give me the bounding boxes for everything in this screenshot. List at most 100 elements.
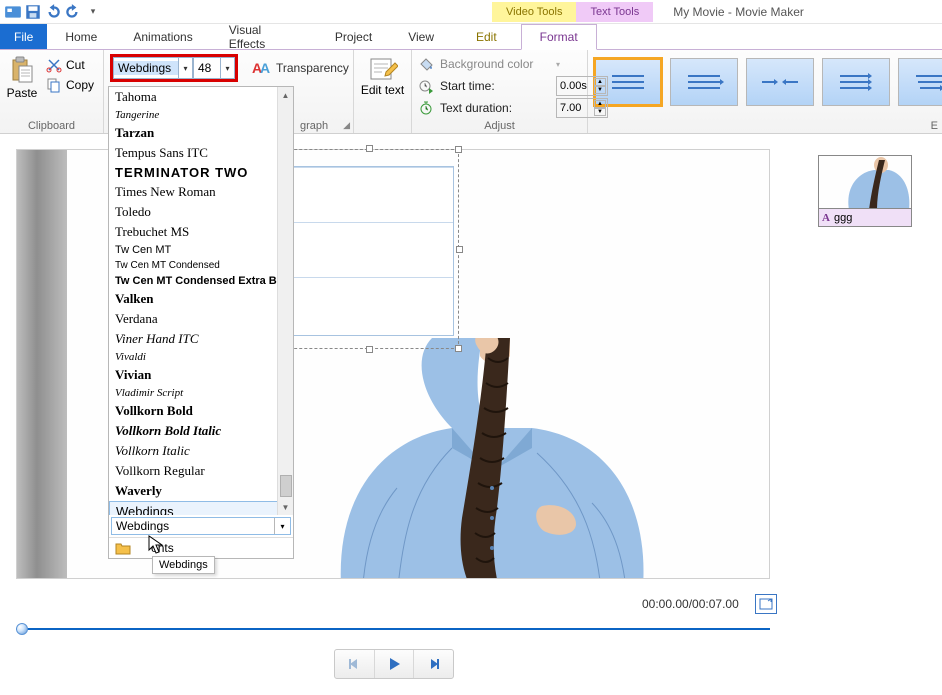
- video-tools-tab-header: Video Tools: [492, 2, 576, 22]
- stepper-up-icon[interactable]: ▲: [594, 100, 606, 108]
- svg-text:A: A: [260, 60, 270, 76]
- view-tab[interactable]: View: [390, 24, 452, 49]
- text-edit-box[interactable]: [279, 149, 459, 349]
- font-option[interactable]: Tahoma: [109, 87, 293, 107]
- prev-frame-icon: [346, 656, 362, 672]
- scrubber-knob[interactable]: [16, 623, 28, 635]
- project-tab[interactable]: Project: [317, 24, 390, 49]
- background-color-button[interactable]: Background color ▾: [418, 54, 608, 74]
- font-name-combo[interactable]: ▾: [113, 57, 193, 79]
- text-format-tab[interactable]: Format: [521, 24, 597, 50]
- qat-customize-icon[interactable]: ▾: [84, 3, 102, 21]
- play-button[interactable]: [375, 650, 415, 678]
- copy-icon: [46, 77, 62, 93]
- transparency-button[interactable]: AA Transparency: [248, 57, 353, 79]
- visual-effects-tab[interactable]: Visual Effects: [211, 24, 317, 49]
- font-list-scrollbar[interactable]: ▲ ▼: [277, 87, 293, 515]
- resize-handle-br[interactable]: [455, 345, 462, 352]
- effect-item-2[interactable]: [670, 58, 738, 106]
- font-option[interactable]: Vollkorn Bold Italic: [109, 421, 293, 441]
- scroll-thumb[interactable]: [280, 475, 292, 497]
- font-dropdown-list: TahomaTangerineTarzanTempus Sans ITCTERM…: [108, 86, 294, 559]
- font-option[interactable]: Vivian: [109, 365, 293, 385]
- resize-handle-b[interactable]: [366, 346, 373, 353]
- thumbnail-image: [819, 156, 912, 209]
- font-option[interactable]: Waverly: [109, 481, 293, 501]
- start-time-value: 0.00s: [560, 80, 587, 92]
- font-name-input[interactable]: [114, 61, 178, 75]
- scroll-up-arrow-icon[interactable]: ▲: [278, 87, 293, 103]
- font-option[interactable]: Tempus Sans ITC: [109, 143, 293, 163]
- font-option[interactable]: Tw Cen MT Condensed Extra Bold: [109, 273, 293, 289]
- next-frame-button[interactable]: [414, 650, 453, 678]
- font-option[interactable]: TERMINATOR TWO: [109, 163, 293, 182]
- font-option[interactable]: Vollkorn Italic: [109, 441, 293, 461]
- font-option[interactable]: Viner Hand ITC: [109, 329, 293, 349]
- font-option[interactable]: Tw Cen MT: [109, 242, 293, 258]
- font-option[interactable]: Trebuchet MS: [109, 222, 293, 242]
- font-option[interactable]: Toledo: [109, 202, 293, 222]
- effect-item-4[interactable]: [822, 58, 890, 106]
- resize-handle-tr[interactable]: [455, 146, 462, 153]
- prev-frame-button[interactable]: [335, 650, 375, 678]
- font-option[interactable]: Vladimir Script: [109, 385, 293, 401]
- transparency-label: Transparency: [276, 61, 349, 75]
- effect-triple-arrow-icon: [836, 73, 876, 91]
- font-option[interactable]: Vivaldi: [109, 349, 293, 365]
- undo-icon[interactable]: [44, 3, 62, 21]
- font-option[interactable]: Tarzan: [109, 123, 293, 143]
- redo-icon[interactable]: [64, 3, 82, 21]
- scroll-down-arrow-icon[interactable]: ▼: [278, 499, 293, 515]
- text-tools-tab-header: Text Tools: [576, 2, 653, 22]
- curtain-decor: [17, 150, 67, 578]
- paragraph-group-label-partial: graph: [300, 120, 328, 132]
- stepper-down-icon[interactable]: ▼: [594, 86, 606, 94]
- effect-arrows-in-icon: [760, 73, 800, 91]
- stepper-up-icon[interactable]: ▲: [594, 78, 606, 86]
- home-tab[interactable]: Home: [47, 24, 115, 49]
- caption-text: ggg: [834, 212, 852, 224]
- effect-item-3[interactable]: [746, 58, 814, 106]
- start-time-input[interactable]: 0.00s ▲▼: [556, 76, 608, 96]
- font-size-dropdown-icon[interactable]: ▾: [220, 58, 234, 78]
- fullscreen-button[interactable]: [755, 594, 777, 614]
- font-controls-highlight: ▾ ▾: [110, 54, 238, 82]
- file-tab[interactable]: File: [0, 24, 47, 49]
- storyboard-caption[interactable]: A ggg: [818, 209, 912, 227]
- font-name-dropdown-icon[interactable]: ▾: [178, 58, 192, 78]
- resize-handle-r[interactable]: [456, 246, 463, 253]
- paste-button[interactable]: Paste: [6, 54, 38, 100]
- animations-tab[interactable]: Animations: [115, 24, 210, 49]
- stepper-down-icon[interactable]: ▼: [594, 108, 606, 116]
- person-image: [302, 338, 672, 579]
- font-selected-value: Webdings: [116, 519, 169, 533]
- chevron-down-icon[interactable]: ▾: [274, 518, 290, 534]
- text-duration-input[interactable]: 7.00 ▲▼: [556, 98, 608, 118]
- font-option[interactable]: Webdings: [109, 501, 293, 515]
- font-option[interactable]: Times New Roman: [109, 182, 293, 202]
- font-option[interactable]: Vollkorn Regular: [109, 461, 293, 481]
- font-option[interactable]: Tangerine: [109, 107, 293, 123]
- font-option[interactable]: Verdana: [109, 309, 293, 329]
- start-time-label: Start time:: [440, 79, 550, 93]
- font-dialog-launcher-icon[interactable]: ◢: [343, 120, 350, 131]
- text-content-area[interactable]: [284, 166, 454, 336]
- cut-button[interactable]: Cut: [42, 56, 98, 74]
- timeline-scrubber[interactable]: [16, 622, 770, 636]
- copy-button[interactable]: Copy: [42, 76, 98, 94]
- font-option[interactable]: Vollkorn Bold: [109, 401, 293, 421]
- font-option[interactable]: Valken: [109, 289, 293, 309]
- storyboard-thumbnail[interactable]: [818, 155, 912, 209]
- effects-gallery: [588, 50, 942, 133]
- font-selected-display[interactable]: Webdings ▾: [111, 517, 291, 535]
- edit-text-button[interactable]: Edit text: [360, 54, 405, 97]
- save-icon[interactable]: [24, 3, 42, 21]
- effect-item-5[interactable]: [898, 58, 942, 106]
- video-edit-tab[interactable]: Edit: [452, 24, 521, 49]
- resize-handle-t[interactable]: [366, 145, 373, 152]
- window-title: My Movie - Movie Maker: [673, 5, 804, 19]
- font-size-combo[interactable]: ▾: [193, 57, 235, 79]
- text-duration-value: 7.00: [560, 102, 581, 114]
- font-option[interactable]: Tw Cen MT Condensed: [109, 258, 293, 273]
- font-size-input[interactable]: [194, 61, 220, 75]
